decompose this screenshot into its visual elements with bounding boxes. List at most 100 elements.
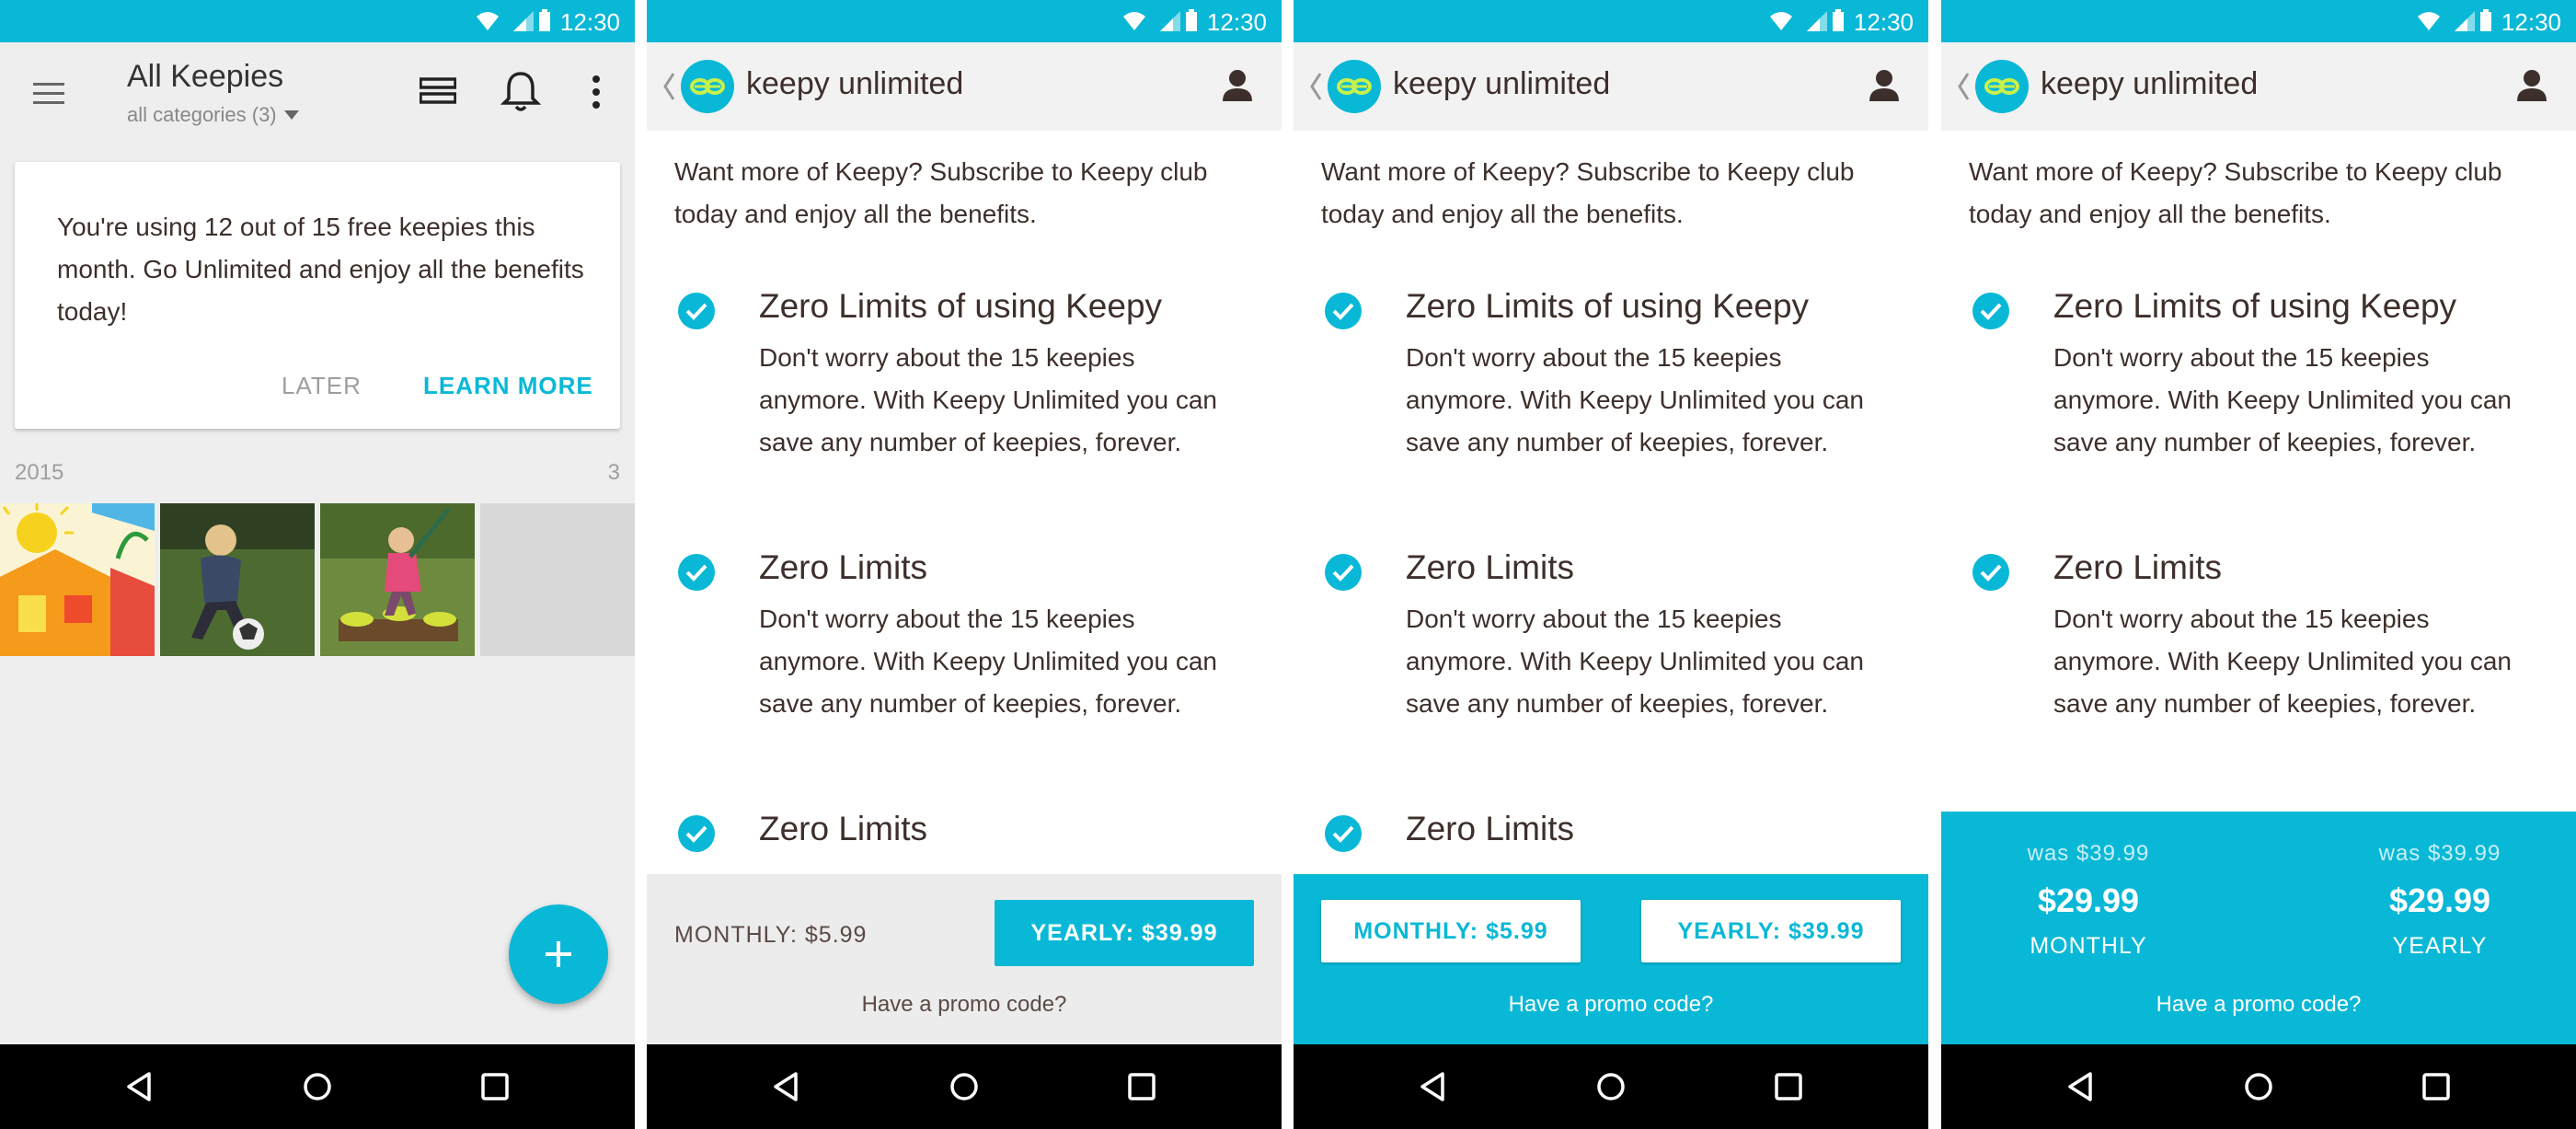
nav-recent-icon[interactable] bbox=[1123, 1068, 1160, 1105]
back-icon[interactable] bbox=[1308, 70, 1323, 103]
status-time: 12:30 bbox=[1853, 8, 1914, 36]
keepie-thumbnail-drawing[interactable] bbox=[0, 503, 155, 656]
yearly-old-price: was $39.99 bbox=[2378, 841, 2501, 866]
feature-description: Don't worry about the 15 keepies anymore… bbox=[2053, 343, 2512, 456]
user-icon[interactable] bbox=[2515, 68, 2548, 105]
feature-title: Zero Limits bbox=[759, 810, 927, 847]
nav-back-icon[interactable] bbox=[121, 1068, 158, 1105]
learn-more-button[interactable]: LEARN MORE bbox=[423, 372, 593, 400]
monthly-plan-button[interactable]: MONTHLY: $5.99 bbox=[674, 922, 867, 949]
check-circle-icon bbox=[678, 293, 715, 329]
kids-drawing-image bbox=[0, 503, 155, 656]
keepy-logo-icon bbox=[1975, 60, 2029, 113]
bell-icon[interactable] bbox=[500, 70, 541, 112]
wifi-icon bbox=[2418, 12, 2440, 30]
signal-icon bbox=[513, 11, 534, 31]
page-title: All Keepies bbox=[127, 59, 284, 94]
signal-icon bbox=[1160, 11, 1180, 31]
monthly-new-price: $29.99 bbox=[2037, 881, 2140, 919]
nav-back-icon[interactable] bbox=[2063, 1068, 2099, 1105]
toolbar: All Keepies all categories (3) bbox=[0, 42, 635, 147]
category-dropdown[interactable]: all categories (3) bbox=[127, 103, 299, 127]
nav-home-icon[interactable] bbox=[2240, 1068, 2277, 1105]
nav-recent-icon[interactable] bbox=[2418, 1068, 2455, 1105]
screen-keepy-unlimited-discount: 12:30 keepy unlimited Want more of Keepy… bbox=[1941, 0, 2576, 1129]
yearly-price-option[interactable]: was $39.99 $29.99 YEARLY bbox=[2320, 841, 2559, 960]
keepie-thumbnail-empty bbox=[480, 503, 635, 656]
nav-home-icon[interactable] bbox=[299, 1068, 336, 1105]
add-keepie-button[interactable] bbox=[509, 904, 608, 1004]
feature-description: Don't worry about the 15 keepies anymore… bbox=[759, 343, 1217, 456]
nav-back-icon[interactable] bbox=[1415, 1068, 1452, 1105]
check-circle-icon bbox=[678, 815, 715, 852]
pricing-panel: was $39.99 $29.99 MONTHLY was $39.99 $29… bbox=[1941, 812, 2576, 1044]
feature-title: Zero Limits of using Keepy bbox=[1406, 287, 1810, 325]
app-bar: keepy unlimited bbox=[1941, 42, 2576, 131]
feature-title: Zero Limits bbox=[1406, 810, 1574, 847]
monthly-price-option[interactable]: was $39.99 $29.99 MONTHLY bbox=[1969, 841, 2208, 960]
promo-code-link[interactable]: Have a promo code? bbox=[647, 992, 1282, 1018]
system-nav-bar bbox=[0, 1044, 635, 1129]
yearly-plan-button[interactable]: YEARLY: $39.99 bbox=[1641, 900, 1901, 962]
system-nav-bar bbox=[1941, 1044, 2576, 1129]
feature-title: Zero Limits bbox=[2053, 548, 2222, 586]
subscribe-panel: MONTHLY: $5.99 YEARLY: $39.99 Have a pro… bbox=[1294, 874, 1928, 1044]
feature-description: Don't worry about the 15 keepies anymore… bbox=[1406, 343, 1864, 456]
later-button[interactable]: LATER bbox=[282, 372, 362, 400]
status-bar: 12:30 bbox=[1294, 0, 1928, 42]
signal-icon bbox=[2455, 11, 2475, 31]
battery-icon bbox=[539, 9, 550, 31]
signal-icon bbox=[1807, 11, 1827, 31]
status-time: 12:30 bbox=[1206, 8, 1267, 36]
back-icon[interactable] bbox=[1956, 70, 1971, 103]
nav-home-icon[interactable] bbox=[1593, 1068, 1629, 1105]
subscribe-panel: MONTHLY: $5.99 YEARLY: $39.99 Have a pro… bbox=[647, 874, 1282, 1044]
feature-title: Zero Limits bbox=[1406, 548, 1574, 586]
system-nav-bar bbox=[647, 1044, 1282, 1129]
screen-all-keepies: 12:30 All Keepies all categories (3) You… bbox=[0, 0, 635, 1129]
check-circle-icon bbox=[1972, 293, 2009, 329]
check-circle-icon bbox=[1325, 554, 1362, 591]
user-icon[interactable] bbox=[1868, 68, 1901, 105]
app-bar: keepy unlimited bbox=[1294, 42, 1928, 131]
check-circle-icon bbox=[1972, 554, 2009, 591]
list-view-icon[interactable] bbox=[420, 75, 456, 109]
promo-code-link[interactable]: Have a promo code? bbox=[1294, 992, 1928, 1018]
menu-icon[interactable] bbox=[31, 77, 68, 110]
intro-text: Want more of Keepy? Subscribe to Keepy c… bbox=[674, 157, 1208, 228]
app-bar: keepy unlimited bbox=[647, 42, 1282, 131]
add-icon bbox=[546, 941, 571, 967]
check-circle-icon bbox=[678, 554, 715, 591]
section-count: 3 bbox=[607, 460, 620, 485]
caret-down-icon bbox=[283, 110, 299, 120]
keepy-logo-icon bbox=[681, 60, 734, 113]
battery-icon bbox=[2480, 9, 2491, 31]
feature-description: Don't worry about the 15 keepies anymore… bbox=[759, 605, 1217, 718]
wifi-icon bbox=[1770, 12, 1792, 30]
nav-recent-icon[interactable] bbox=[477, 1068, 513, 1105]
system-nav-bar bbox=[1294, 1044, 1928, 1129]
boy-playing-soccer-photo bbox=[160, 503, 315, 656]
monthly-old-price: was $39.99 bbox=[2027, 841, 2150, 866]
nav-back-icon[interactable] bbox=[768, 1068, 805, 1105]
app-title: keepy unlimited bbox=[2041, 66, 2259, 101]
upgrade-card: You're using 12 out of 15 free keepies t… bbox=[15, 162, 620, 429]
nav-recent-icon[interactable] bbox=[1770, 1068, 1807, 1105]
back-icon[interactable] bbox=[661, 70, 676, 103]
intro-text: Want more of Keepy? Subscribe to Keepy c… bbox=[1969, 157, 2502, 228]
keepie-thumbnail-girl-stepping[interactable] bbox=[320, 503, 475, 656]
yearly-plan-button[interactable]: YEARLY: $39.99 bbox=[995, 900, 1254, 966]
more-icon[interactable] bbox=[585, 72, 607, 112]
section-year: 2015 bbox=[15, 460, 64, 485]
upgrade-card-text: You're using 12 out of 15 free keepies t… bbox=[57, 213, 584, 326]
promo-code-link[interactable]: Have a promo code? bbox=[1941, 992, 2576, 1018]
girl-on-stepping-stones-photo bbox=[320, 503, 475, 656]
feature-description: Don't worry about the 15 keepies anymore… bbox=[1406, 605, 1864, 718]
monthly-plan-label: MONTHLY bbox=[2030, 933, 2147, 959]
nav-home-icon[interactable] bbox=[946, 1068, 983, 1105]
monthly-plan-button[interactable]: MONTHLY: $5.99 bbox=[1321, 900, 1581, 962]
user-icon[interactable] bbox=[1221, 68, 1254, 105]
screen-keepy-unlimited-buttons: 12:30 keepy unlimited Want more of Keepy… bbox=[1294, 0, 1928, 1129]
wifi-icon bbox=[1123, 12, 1145, 30]
keepie-thumbnail-boy-soccer[interactable] bbox=[160, 503, 315, 656]
